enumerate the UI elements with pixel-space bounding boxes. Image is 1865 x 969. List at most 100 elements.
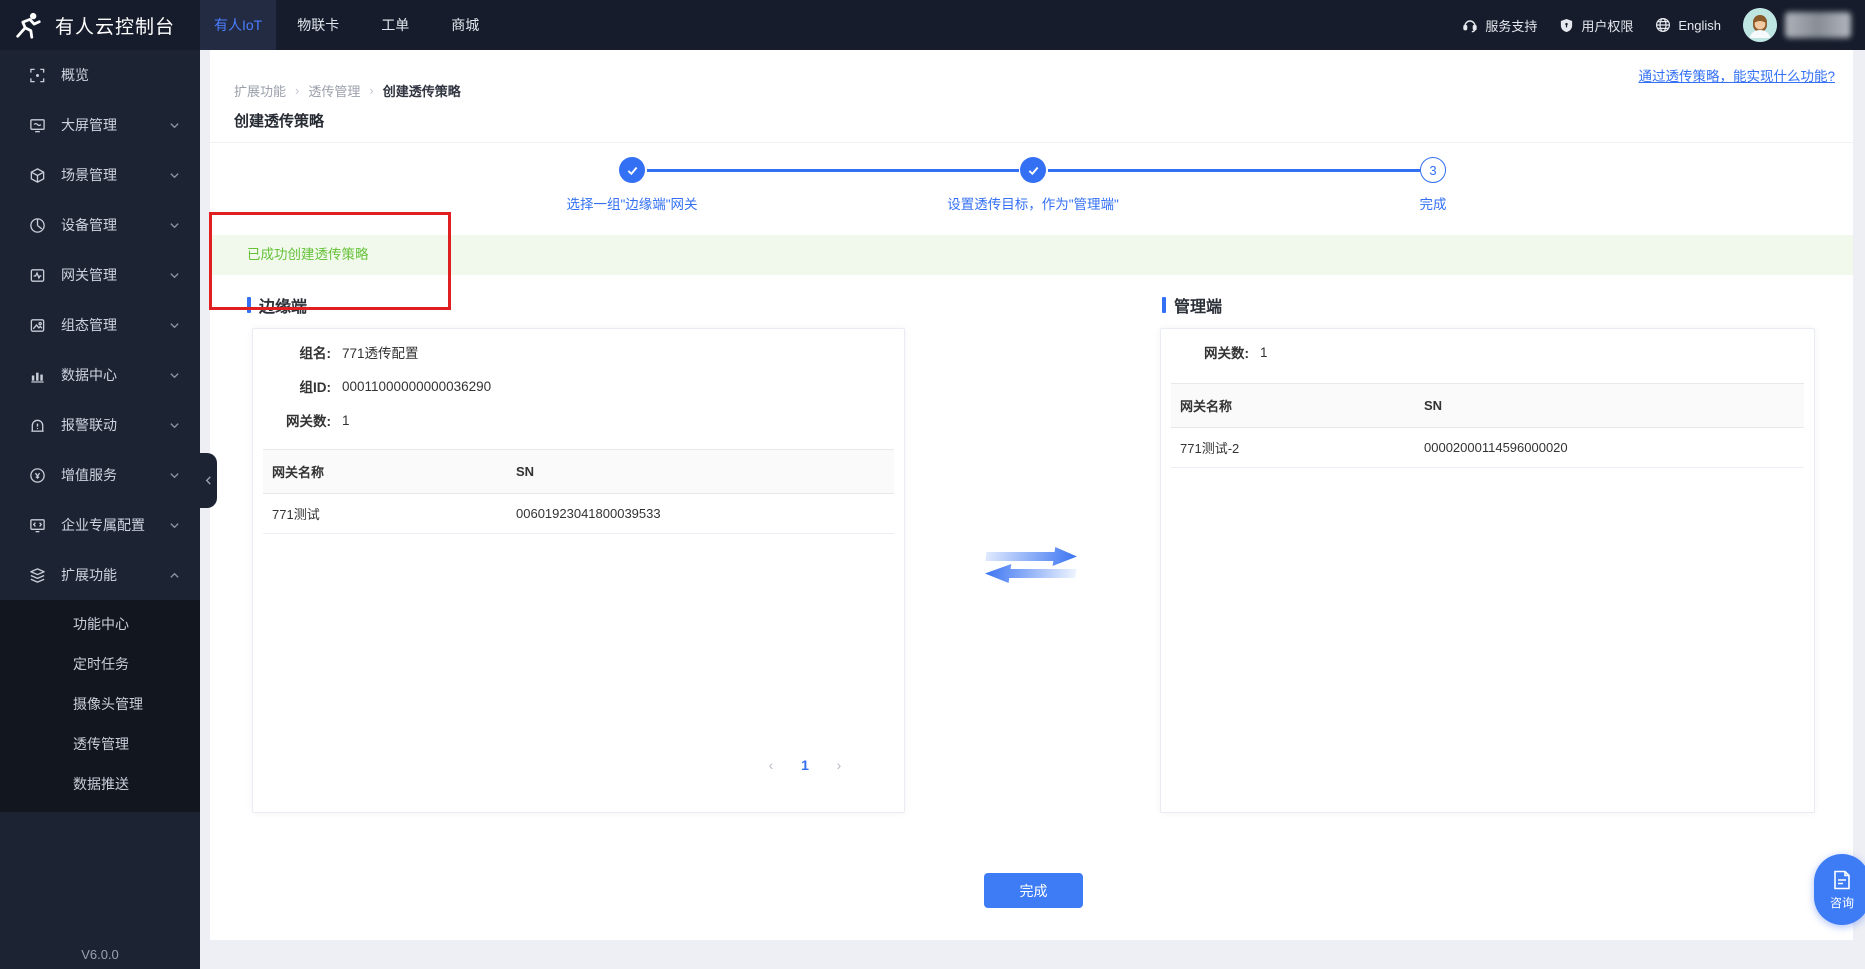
manage-card: 网关数: 1 网关名称 SN 771测试-2 00002000114596000… [1160, 328, 1815, 813]
globe-icon [1655, 17, 1671, 33]
gateway-icon [28, 266, 46, 284]
page-title: 创建透传策略 [234, 113, 325, 130]
check-icon [1028, 166, 1038, 175]
field-gateway-count: 网关数: 1 [253, 403, 904, 437]
col-sn: SN [516, 464, 535, 479]
breadcrumb-extension[interactable]: 扩展功能 [234, 81, 286, 100]
sidebar-item-gateway[interactable]: 网关管理 [0, 250, 200, 300]
page: 有人云控制台 有人IoT 物联卡 工单 商城 服务支持 用户权限 English… [0, 0, 1865, 969]
pagination-page-1[interactable]: 1 [792, 757, 818, 773]
step-number: 3 [1429, 162, 1437, 178]
field-label: 组ID: [299, 380, 332, 395]
sidebar-label: 网关管理 [61, 267, 117, 283]
col-gateway-name: 网关名称 [1180, 399, 1233, 414]
table-header: 网关名称 SN [1171, 383, 1804, 428]
submenu-item-passthrough-management[interactable]: 透传管理 [0, 724, 200, 764]
manage-gateway-table: 网关名称 SN 771测试-2 00002000114596000020 [1171, 383, 1804, 468]
field-label: 网关数: [286, 414, 331, 429]
nav-tab-workorder[interactable]: 工单 [360, 0, 430, 50]
support-link[interactable]: 服务支持 [1462, 16, 1537, 35]
headset-icon [1462, 17, 1478, 33]
sidebar-item-bigscreen[interactable]: 大屏管理 [0, 100, 200, 150]
sidebar-item-enterprise[interactable]: 企业专属配置 [0, 500, 200, 550]
sidebar-label: 概览 [61, 67, 89, 83]
account-area[interactable] [1743, 8, 1851, 42]
field-value: 00011000000000036290 [342, 378, 492, 394]
avatar[interactable] [1743, 8, 1777, 42]
step-3-label: 完成 [1419, 197, 1447, 212]
field-label: 网关数: [1204, 346, 1249, 361]
pagination-next-button[interactable]: › [826, 757, 852, 773]
help-link[interactable]: 通过透传策略，能实现什么功能? [1638, 65, 1835, 85]
language-switch[interactable]: English [1655, 17, 1721, 33]
chevron-down-icon [169, 220, 180, 231]
username-blurred [1785, 12, 1851, 38]
submenu-item-data-push[interactable]: 数据推送 [0, 764, 200, 804]
field-value: 771透传配置 [342, 346, 419, 361]
sidebar-label: 设备管理 [61, 217, 117, 233]
bigscreen-icon [28, 116, 46, 134]
value-icon [28, 466, 46, 484]
title-accent-bar [1162, 297, 1166, 313]
check-icon [627, 166, 637, 175]
overview-icon [28, 66, 46, 84]
sidebar-item-extension[interactable]: 扩展功能 [0, 550, 200, 600]
cell-gateway-name: 771测试 [272, 507, 320, 522]
field-label: 组名: [299, 346, 332, 361]
pagination-prev-button[interactable]: ‹ [758, 757, 784, 773]
brand: 有人云控制台 [0, 10, 200, 40]
sidebar-collapse-handle[interactable] [200, 453, 217, 508]
extension-icon [28, 566, 46, 584]
chevron-down-icon [169, 370, 180, 381]
sidebar-item-device[interactable]: 设备管理 [0, 200, 200, 250]
sidebar-item-alarm[interactable]: 报警联动 [0, 400, 200, 450]
sidebar-item-scada[interactable]: 组态管理 [0, 300, 200, 350]
top-navbar: 有人云控制台 有人IoT 物联卡 工单 商城 服务支持 用户权限 English [0, 0, 1865, 50]
finish-button[interactable]: 完成 [984, 873, 1083, 908]
breadcrumb-passthrough[interactable]: 透传管理 [308, 81, 360, 100]
chevron-down-icon [169, 470, 180, 481]
step-1-circle [619, 157, 645, 183]
permissions-link[interactable]: 用户权限 [1559, 16, 1633, 35]
sidebar-label: 场景管理 [61, 167, 117, 183]
scene-icon [28, 166, 46, 184]
nav-tab-iot[interactable]: 有人IoT [200, 0, 277, 50]
nav-right: 服务支持 用户权限 English [1462, 8, 1865, 42]
nav-tab-mall[interactable]: 商城 [430, 0, 500, 50]
sidebar-label: 增值服务 [61, 467, 117, 483]
field-gateway-count: 网关数: 1 [1161, 335, 1814, 369]
sidebar-item-overview[interactable]: 概览 [0, 50, 200, 100]
sidebar-item-datacenter[interactable]: 数据中心 [0, 350, 200, 400]
enterprise-icon [28, 516, 46, 534]
step-2-circle [1020, 157, 1046, 183]
col-sn: SN [1424, 398, 1443, 413]
version-label: V6.0.0 [81, 947, 119, 962]
table-row: 771测试 00601923041800039533 [263, 494, 894, 534]
edge-card: 组名: 771透传配置 组ID: 00011000000000036290 网关… [252, 328, 905, 813]
sidebar-item-valueadded[interactable]: 增值服务 [0, 450, 200, 500]
submenu-item-scheduled-tasks[interactable]: 定时任务 [0, 644, 200, 684]
alarm-icon [28, 416, 46, 434]
submenu-item-camera-management[interactable]: 摄像头管理 [0, 684, 200, 724]
sidebar-label: 报警联动 [61, 417, 117, 433]
pagination: ‹ 1 › [758, 757, 852, 773]
nav-tab-sim[interactable]: 物联卡 [276, 0, 360, 50]
sidebar-label: 扩展功能 [61, 567, 117, 583]
chat-consult-button[interactable]: 咨询 [1814, 854, 1865, 925]
breadcrumb-separator: › [369, 83, 374, 98]
permissions-label: 用户权限 [1581, 18, 1634, 34]
sidebar-label: 大屏管理 [61, 117, 117, 133]
step-2-label: 设置透传目标，作为"管理端" [947, 197, 1119, 212]
chevron-down-icon [169, 420, 180, 431]
edge-fields: 组名: 771透传配置 组ID: 00011000000000036290 网关… [253, 329, 904, 437]
stepper-connector [647, 169, 1019, 172]
step-1-label: 选择一组"边缘端"网关 [566, 197, 698, 212]
sidebar-item-scene[interactable]: 场景管理 [0, 150, 200, 200]
field-value: 1 [1260, 344, 1268, 360]
table-row: 771测试-2 00002000114596000020 [1171, 428, 1804, 468]
device-icon [28, 216, 46, 234]
extension-submenu: 功能中心 定时任务 摄像头管理 透传管理 数据推送 [0, 600, 200, 812]
submenu-item-function-center[interactable]: 功能中心 [0, 604, 200, 644]
nav-tabs: 有人IoT 物联卡 工单 商城 [200, 0, 500, 50]
success-message: 已成功创建透传策略 [210, 235, 1853, 275]
